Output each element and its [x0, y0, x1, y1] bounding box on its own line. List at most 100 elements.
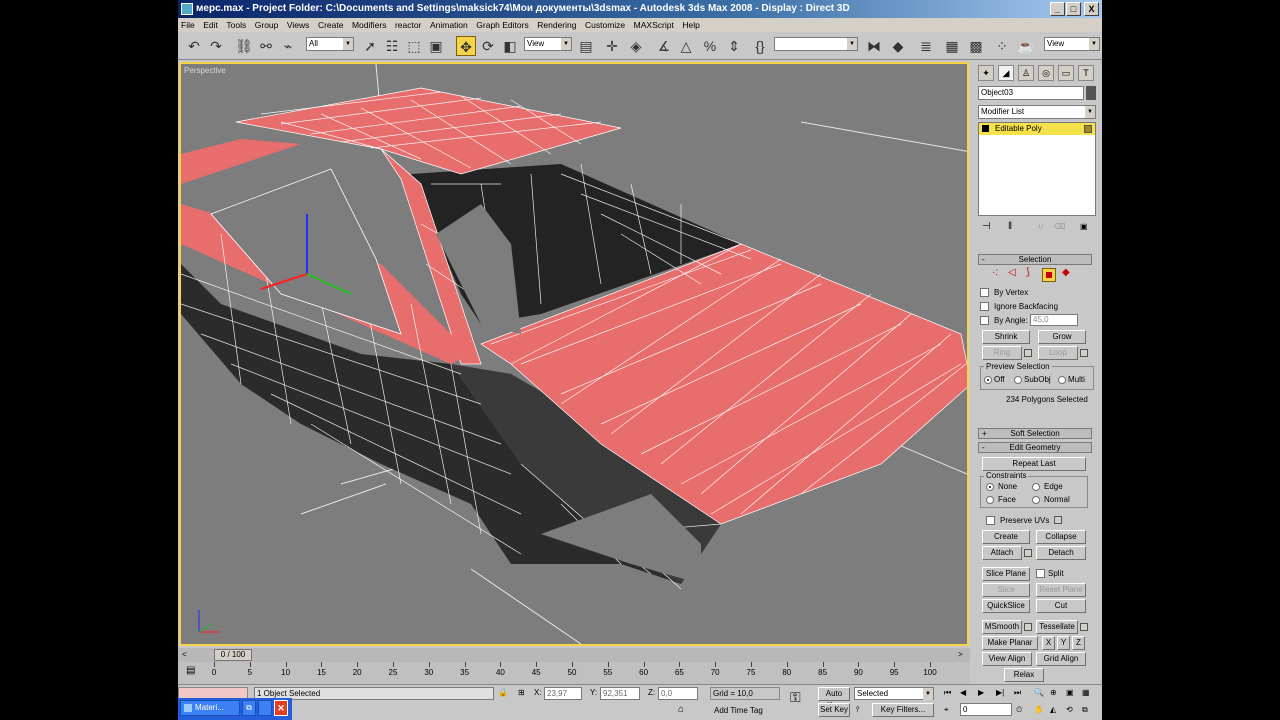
- material-editor-icon[interactable]: ⁘: [992, 36, 1012, 56]
- orbit-icon[interactable]: ⟲: [1066, 704, 1073, 716]
- move-icon[interactable]: ✥: [456, 36, 476, 56]
- key-mode-dropdown[interactable]: Selected ▼: [854, 687, 934, 700]
- field-of-view-icon[interactable]: ◭: [1050, 704, 1056, 716]
- link-icon[interactable]: ⛓: [234, 36, 254, 56]
- next-key-icon[interactable]: ▶|: [996, 687, 1004, 699]
- undo-icon[interactable]: ↶: [184, 36, 204, 56]
- mirror-icon[interactable]: ⧓: [864, 36, 884, 56]
- element-mode-icon[interactable]: ◆: [1062, 268, 1070, 278]
- snap-icon[interactable]: ◈: [626, 36, 646, 56]
- msmooth-button[interactable]: MSmooth: [982, 620, 1022, 634]
- utilities-tab-icon[interactable]: T: [1078, 65, 1094, 81]
- by-vertex-checkbox[interactable]: [980, 288, 989, 297]
- view-align-button[interactable]: View Align: [982, 652, 1032, 666]
- spinner-snap-icon[interactable]: %: [700, 36, 720, 56]
- menu-edit[interactable]: Edit: [200, 18, 221, 32]
- maximize-button[interactable]: □: [1066, 2, 1081, 16]
- shrink-button[interactable]: Shrink: [982, 330, 1030, 344]
- schematic-icon[interactable]: ▩: [966, 36, 986, 56]
- add-time-tag-button[interactable]: Add Time Tag: [714, 705, 763, 717]
- next-frame-icon[interactable]: >: [958, 650, 963, 660]
- constraint-normal-radio[interactable]: [1032, 496, 1040, 504]
- make-unique-icon[interactable]: ∪: [1038, 222, 1044, 232]
- constraint-edge-radio[interactable]: [1032, 483, 1040, 491]
- zoom-extents-all-icon[interactable]: ▦: [1082, 687, 1090, 699]
- loop-spinner-icon[interactable]: [1080, 349, 1088, 357]
- zoom-extents-icon[interactable]: ▣: [1066, 687, 1074, 699]
- curve-editor-icon[interactable]: ▦: [942, 36, 962, 56]
- cut-button[interactable]: Cut: [1036, 599, 1086, 613]
- soft-selection-rollout-header[interactable]: + Soft Selection: [978, 428, 1092, 439]
- taskbar-restore-icon[interactable]: ⧉: [242, 700, 256, 716]
- zoom-all-icon[interactable]: ⊕: [1050, 687, 1057, 699]
- object-color-swatch[interactable]: [1086, 86, 1096, 100]
- set-key-button[interactable]: Set Key: [818, 703, 850, 717]
- menu-animation[interactable]: Animation: [427, 18, 471, 32]
- x-coord-field[interactable]: 23,97: [544, 687, 582, 700]
- time-config-icon[interactable]: ⏲: [1016, 704, 1022, 716]
- preview-off-radio[interactable]: [984, 376, 992, 384]
- lock-selection-icon[interactable]: 🔒: [498, 687, 508, 699]
- expand-icon[interactable]: [982, 125, 989, 132]
- menu-help[interactable]: Help: [679, 18, 702, 32]
- scale-icon[interactable]: ◧: [500, 36, 520, 56]
- taskbar-item[interactable]: Materi...: [180, 700, 240, 716]
- perspective-viewport[interactable]: Perspective: [179, 62, 969, 646]
- bulb-icon[interactable]: [1084, 125, 1092, 133]
- constraint-none-radio[interactable]: [986, 483, 994, 491]
- prev-key-icon[interactable]: ◀: [960, 687, 966, 699]
- minimize-button[interactable]: _: [1050, 2, 1065, 16]
- modify-tab-icon[interactable]: ◢: [998, 65, 1014, 81]
- pivot-icon[interactable]: ▤: [576, 36, 596, 56]
- ring-button[interactable]: Ring: [982, 346, 1022, 360]
- remove-modifier-icon[interactable]: ⌫: [1054, 222, 1065, 232]
- go-to-end-icon[interactable]: ⏭: [1014, 687, 1021, 699]
- menu-views[interactable]: Views: [284, 18, 313, 32]
- close-button[interactable]: X: [1084, 2, 1099, 16]
- unlink-icon[interactable]: ⚯: [256, 36, 276, 56]
- planar-x-button[interactable]: X: [1042, 636, 1055, 650]
- taskbar-blank-button[interactable]: [258, 700, 272, 716]
- make-planar-button[interactable]: Make Planar: [982, 636, 1038, 650]
- preview-subobj-radio[interactable]: [1014, 376, 1022, 384]
- time-slider[interactable]: 0 / 100 < >: [178, 648, 970, 662]
- constraint-face-radio[interactable]: [986, 496, 994, 504]
- pin-stack-icon[interactable]: ⊣: [982, 222, 991, 232]
- taskbar-close-icon[interactable]: ✕: [274, 700, 288, 716]
- ref-coord-dropdown[interactable]: View ▼: [524, 37, 572, 51]
- tessellate-button[interactable]: Tessellate: [1036, 620, 1078, 634]
- quickslice-button[interactable]: QuickSlice: [982, 599, 1030, 613]
- redo-icon[interactable]: ↷: [206, 36, 226, 56]
- grow-button[interactable]: Grow: [1038, 330, 1086, 344]
- attach-button[interactable]: Attach: [982, 546, 1022, 560]
- planar-z-button[interactable]: Z: [1072, 636, 1085, 650]
- menu-customize[interactable]: Customize: [582, 18, 628, 32]
- select-icon[interactable]: ➚: [360, 36, 380, 56]
- msmooth-settings-icon[interactable]: [1024, 623, 1032, 631]
- curve-editor-mini-icon[interactable]: ▤: [186, 666, 195, 676]
- create-tab-icon[interactable]: ✦: [978, 65, 994, 81]
- y-coord-field[interactable]: 92,351: [600, 687, 640, 700]
- attach-list-icon[interactable]: [1024, 549, 1032, 557]
- current-frame-field[interactable]: 0: [960, 703, 1012, 716]
- menu-rendering[interactable]: Rendering: [534, 18, 579, 32]
- relax-button[interactable]: Relax: [1004, 668, 1044, 682]
- menu-modifiers[interactable]: Modifiers: [349, 18, 389, 32]
- loop-button[interactable]: Loop: [1038, 346, 1078, 360]
- tessellate-settings-icon[interactable]: [1080, 623, 1088, 631]
- slice-plane-button[interactable]: Slice Plane: [982, 567, 1030, 581]
- polygon-mode-icon[interactable]: [1042, 268, 1056, 282]
- angle-snap-icon[interactable]: ∡: [654, 36, 674, 56]
- preserve-uvs-checkbox[interactable]: [986, 516, 995, 525]
- auto-key-button[interactable]: Auto Key: [818, 687, 850, 710]
- absolute-mode-icon[interactable]: ⊞: [518, 687, 525, 699]
- prev-frame-icon[interactable]: <: [182, 650, 187, 660]
- selection-filter-dropdown[interactable]: All ▼: [306, 37, 354, 51]
- edit-geometry-rollout-header[interactable]: - Edit Geometry: [978, 442, 1092, 453]
- menu-group[interactable]: Group: [252, 18, 282, 32]
- border-mode-icon[interactable]: ⟆: [1026, 268, 1030, 278]
- rect-region-icon[interactable]: ⬚: [404, 36, 424, 56]
- angle-spinner[interactable]: 45,0: [1030, 314, 1078, 326]
- edit-named-sel-icon[interactable]: {}: [750, 36, 770, 56]
- manipulate-icon[interactable]: ✛: [602, 36, 622, 56]
